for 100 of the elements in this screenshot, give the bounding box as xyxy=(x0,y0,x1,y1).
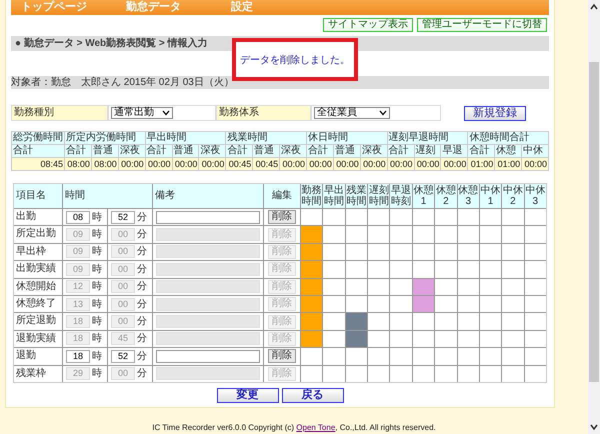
delete-button[interactable]: 削除 xyxy=(268,297,296,312)
unit-label: 分 xyxy=(137,229,147,240)
hour-field[interactable]: 13 xyxy=(66,298,90,311)
summary-value: 00:00 xyxy=(388,158,414,170)
new-entry-button[interactable]: 新規登録 xyxy=(464,106,526,120)
hour-field[interactable]: 09 xyxy=(66,228,90,242)
column-header: 項目名 xyxy=(14,184,62,208)
delete-button[interactable]: 削除 xyxy=(268,366,296,381)
unit-label: 分 xyxy=(137,281,147,292)
summary-column-header: 深夜 xyxy=(360,145,387,157)
row-label: 休憩終了 xyxy=(14,296,62,312)
field-label: 勤務体系 xyxy=(216,105,311,121)
column-header: 勤務 時間 xyxy=(301,184,322,208)
delete-button[interactable]: 削除 xyxy=(268,280,296,294)
status-message: データを削除しました。 xyxy=(240,55,350,67)
summary-value: 00:45 xyxy=(253,158,280,170)
delete-button[interactable]: 削除 xyxy=(268,210,296,224)
minute-field[interactable]: 00 xyxy=(111,298,135,311)
nav-item[interactable]: 設定 xyxy=(221,1,326,14)
unit-label: 時 xyxy=(92,281,102,292)
unit-label: 時 xyxy=(92,350,102,362)
minute-field[interactable]: 00 xyxy=(111,315,135,328)
unit-label: 分 xyxy=(137,316,147,328)
column-header: 残業 時間 xyxy=(346,184,368,208)
action-button[interactable]: 戻る xyxy=(282,388,344,403)
row-label: 早出枠 xyxy=(14,244,62,260)
column-header: 休憩 1 xyxy=(412,184,434,208)
summary-value: 00:00 xyxy=(172,158,198,170)
minute-field[interactable]: 45 xyxy=(111,332,135,346)
unit-label: 分 xyxy=(137,246,147,258)
delete-button[interactable]: 削除 xyxy=(268,349,296,364)
summary-column-header: 深夜 xyxy=(280,145,306,157)
summary-group-header: 休憩時間合計 xyxy=(468,132,548,144)
header-button[interactable]: 管理ユーザーモードに切替 xyxy=(417,18,547,32)
minute-field[interactable]: 52 xyxy=(111,210,135,224)
column-header: 休憩 3 xyxy=(458,184,479,208)
unit-label: 分 xyxy=(137,298,147,310)
hour-field[interactable]: 09 xyxy=(66,262,90,276)
minute-field[interactable]: 00 xyxy=(111,228,135,242)
hour-field[interactable]: 08 xyxy=(66,210,90,224)
summary-value: 08:00 xyxy=(92,158,118,170)
scrollbar-thumb[interactable] xyxy=(589,62,599,382)
row-label: 休憩開始 xyxy=(14,278,62,295)
row-label: 退勤 xyxy=(14,348,62,365)
hour-field[interactable]: 18 xyxy=(66,315,90,328)
summary-column-header: 合計 xyxy=(307,145,333,157)
header-button[interactable]: サイトマップ表示 xyxy=(323,18,413,32)
action-button[interactable]: 変更 xyxy=(216,388,278,403)
hour-field[interactable]: 29 xyxy=(66,367,90,380)
unit-label: 時 xyxy=(92,298,102,310)
summary-group-header: 休日時間 xyxy=(307,132,387,144)
row-label: 所定退勤 xyxy=(14,313,62,330)
unit-label: 時 xyxy=(92,316,102,328)
delete-button[interactable]: 削除 xyxy=(268,314,296,329)
summary-group-header: 遅刻早退時間 xyxy=(388,132,468,144)
hour-field[interactable]: 18 xyxy=(66,332,90,346)
summary-column-header: 合計 xyxy=(468,145,494,157)
company-link[interactable]: Open Tone xyxy=(296,422,336,432)
row-label: 退勤実績 xyxy=(14,330,62,348)
minute-field[interactable]: 00 xyxy=(111,245,135,258)
nav-item[interactable]: トップページ xyxy=(11,1,116,14)
summary-column-header: 合計 xyxy=(65,145,91,157)
chevron-down-icon xyxy=(379,110,387,116)
hour-field[interactable]: 18 xyxy=(66,350,90,363)
delete-button[interactable]: 削除 xyxy=(268,262,296,276)
summary-column-header: 合計 xyxy=(12,145,64,157)
note-field[interactable] xyxy=(156,210,260,224)
summary-group-header: 早出時間 xyxy=(146,132,226,144)
summary-column-header: 深夜 xyxy=(118,145,145,157)
column-header: 休憩 2 xyxy=(435,184,457,208)
nav-item[interactable]: 勤怠データ xyxy=(116,1,221,14)
work-system-select[interactable]: 全従業員 xyxy=(314,107,390,119)
hour-field[interactable]: 09 xyxy=(66,245,90,258)
column-header: 遅刻 時間 xyxy=(368,184,390,208)
summary-column-header: 普通 xyxy=(334,145,360,157)
work-type-select[interactable]: 通常出勤 xyxy=(111,107,173,119)
note-field[interactable] xyxy=(156,350,260,363)
delete-button[interactable]: 削除 xyxy=(268,228,296,242)
summary-value: 00:00 xyxy=(441,158,468,170)
column-header: 中休 3 xyxy=(524,184,546,208)
summary-value: 00:00 xyxy=(334,158,360,170)
summary-value: 01:00 xyxy=(468,158,494,170)
column-header: 中休 1 xyxy=(480,184,502,208)
column-header: 早退 時刻 xyxy=(390,184,412,208)
summary-column-header: 普通 xyxy=(253,145,280,157)
unit-label: 時 xyxy=(92,368,102,380)
minute-field[interactable]: 52 xyxy=(111,350,135,363)
row-label: 出勤実績 xyxy=(14,261,62,278)
scroll-up-icon[interactable] xyxy=(589,2,599,12)
summary-value: 00:00 xyxy=(307,158,333,170)
hour-field[interactable]: 12 xyxy=(66,280,90,294)
minute-field[interactable]: 00 xyxy=(111,262,135,276)
summary-column-header: 中休 xyxy=(522,145,548,157)
minute-field[interactable]: 00 xyxy=(111,280,135,294)
delete-button[interactable]: 削除 xyxy=(268,244,296,259)
scroll-down-icon[interactable] xyxy=(589,422,599,432)
delete-button[interactable]: 削除 xyxy=(268,332,296,346)
minute-field[interactable]: 00 xyxy=(111,367,135,380)
summary-value: 08:45 xyxy=(12,158,64,170)
unit-label: 分 xyxy=(137,350,147,362)
